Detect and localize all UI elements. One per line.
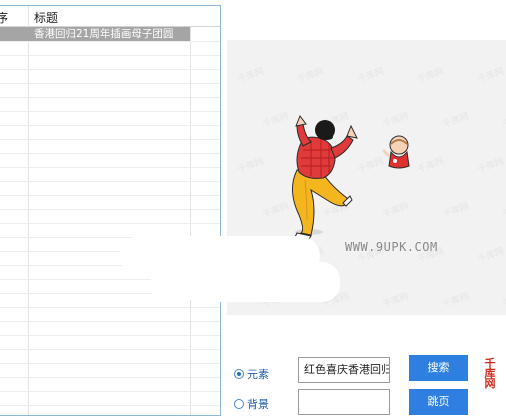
search-button[interactable]: 搜索 (409, 355, 468, 381)
radio-element[interactable]: 元素 (234, 366, 269, 382)
radio-background[interactable]: 背景 (234, 396, 269, 412)
column-divider (190, 27, 191, 415)
grid-line (0, 139, 220, 140)
radio-background-label: 背景 (247, 398, 269, 411)
page-input[interactable] (298, 389, 390, 415)
list-item-selected[interactable]: 香港回归21周年插画母子团圆 (0, 27, 190, 41)
grid-line (0, 209, 220, 210)
grid-line (0, 405, 220, 406)
grid-line (0, 167, 220, 168)
grid-line (0, 41, 220, 42)
grid-line (0, 335, 220, 336)
grid-line (0, 83, 220, 84)
column-header-index[interactable]: 序 (0, 9, 8, 26)
grid-line (0, 349, 220, 350)
radio-checked-icon (234, 369, 244, 379)
grid-line (0, 321, 220, 322)
grid-line (0, 223, 220, 224)
grid-line (0, 125, 220, 126)
grid-line (0, 97, 220, 98)
smear-overlay (150, 270, 230, 300)
grid-line (0, 195, 220, 196)
brand-logo-text: 千库网 (484, 357, 496, 390)
column-header-title[interactable]: 标题 (34, 9, 58, 26)
result-list[interactable]: 序 标题 香港回归21周年插画母子团圆 (0, 5, 221, 416)
grid-line (0, 55, 220, 56)
radio-element-label: 元素 (247, 368, 269, 381)
list-item-title: 香港回归21周年插画母子团圆 (34, 28, 174, 40)
grid-line (0, 181, 220, 182)
grid-line (0, 363, 220, 364)
grid-line (0, 69, 220, 70)
keyword-input[interactable]: 红色喜庆香港回归 (298, 357, 390, 383)
site-watermark: WWW.9UPK.COM (345, 240, 438, 254)
brand-logo: 千库网 (482, 357, 498, 390)
jump-page-button[interactable]: 跳页 (409, 389, 468, 415)
list-header: 序 标题 (0, 6, 220, 27)
radio-unchecked-icon (234, 399, 244, 409)
grid-line (0, 377, 220, 378)
app-window: 序 标题 香港回归21周年插画母子团圆 千库网千库网千库网千库网千库网千库网千库… (0, 0, 506, 416)
grid-line (0, 111, 220, 112)
grid-line (0, 153, 220, 154)
grid-line (0, 391, 220, 392)
grid-line (0, 307, 220, 308)
column-divider (28, 6, 29, 415)
